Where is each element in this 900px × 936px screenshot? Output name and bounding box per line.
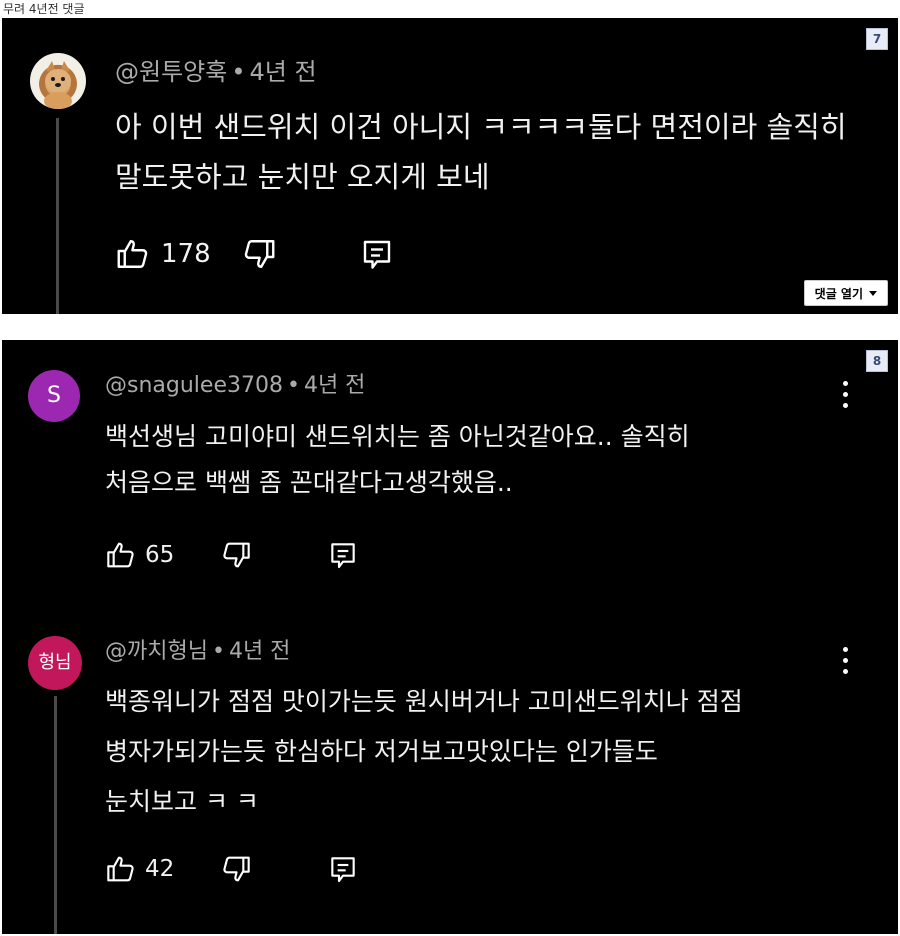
comment-line: 백종워니가 점점 맛이가는듯 원시버거나 고미샌드위치나 점점 xyxy=(105,687,743,716)
reply-icon[interactable] xyxy=(327,539,359,571)
comment-line: 아 이번 샌드위치 이건 아니지 ㅋㅋㅋㅋ둘다 면전이라 솔직히 xyxy=(115,110,847,144)
author-name[interactable]: @까치형님 xyxy=(105,639,208,664)
page-number-badge: 7 xyxy=(866,28,888,50)
comment-text: 아 이번 샌드위치 이건 아니지 ㅋㅋㅋㅋ둘다 면전이라 솔직히 말도못하고 눈… xyxy=(115,102,847,202)
comment-meta: @snagulee3708 • 4년 전 xyxy=(105,373,366,398)
like-count: 178 xyxy=(161,239,211,269)
open-replies-button[interactable]: 댓글 열기 xyxy=(803,280,888,306)
comment-line: 말도못하고 눈치만 오지게 보네 xyxy=(115,160,490,194)
thumbs-up-icon[interactable] xyxy=(105,539,137,571)
thumbs-down-icon[interactable] xyxy=(220,853,252,885)
user-avatar[interactable]: S xyxy=(28,370,80,422)
thumbs-down-icon[interactable] xyxy=(241,236,277,272)
comment-actions: 178 xyxy=(115,234,395,274)
comment-text: 백종워니가 점점 맛이가는듯 원시버거나 고미샌드위치나 점점 병자가되가는듯 … xyxy=(105,677,743,827)
caret-down-icon xyxy=(869,290,877,296)
like-count: 65 xyxy=(145,542,175,568)
comment-text: 백선생님 고미야미 샌드위치는 좀 아닌것같아요.. 솔직히 처음으로 백쌤 좀… xyxy=(105,414,690,506)
comment-actions: 42 xyxy=(105,852,359,886)
comment-meta: @원투양훅 • 4년 전 xyxy=(115,58,317,86)
comment-time[interactable]: 4년 전 xyxy=(249,58,316,86)
open-replies-label: 댓글 열기 xyxy=(814,286,863,301)
thumbs-down-icon[interactable] xyxy=(220,539,252,571)
author-name[interactable]: @원투양훅 xyxy=(115,58,227,86)
more-options-icon[interactable] xyxy=(841,647,849,674)
dog-photo-avatar[interactable] xyxy=(30,53,86,109)
comment-line: 백선생님 고미야미 샌드위치는 좀 아닌것같아요.. 솔직히 xyxy=(105,422,690,451)
comment-line: 처음으로 백쌤 좀 꼰대같다고생각했음.. xyxy=(105,468,513,497)
comment-panel: 7 @원투양훅 • 4년 전 아 이번 샌드위치 이건 아니지 ㅋㅋㅋㅋ둘다 면전이… xyxy=(2,18,898,314)
thumbs-up-icon[interactable] xyxy=(105,853,137,885)
reply-icon[interactable] xyxy=(359,236,395,272)
comment-time[interactable]: 4년 전 xyxy=(229,639,290,664)
more-options-icon[interactable] xyxy=(841,381,849,408)
thread-line xyxy=(54,696,57,934)
like-count: 42 xyxy=(145,856,175,882)
thread-line xyxy=(56,118,59,314)
thumbs-up-icon[interactable] xyxy=(115,236,151,272)
comment-actions: 65 xyxy=(105,538,359,572)
reply-icon[interactable] xyxy=(327,853,359,885)
comment-line: 병자가되가는듯 한심하다 저거보고맛있다는 인가들도 xyxy=(105,737,658,766)
comment-meta: @까치형님 • 4년 전 xyxy=(105,639,291,664)
comment-panel: 8 S @snagulee3708 • 4년 전 백선생님 고미야미 샌드위치는 좀… xyxy=(2,340,898,934)
comment-line: 눈치보고 ㅋ ㅋ xyxy=(105,787,259,816)
user-avatar[interactable]: 형님 xyxy=(28,636,82,690)
comment-time[interactable]: 4년 전 xyxy=(304,373,365,398)
page-caption: 무려 4년전 댓글 xyxy=(3,2,85,16)
dog-icon xyxy=(44,61,72,109)
author-name[interactable]: @snagulee3708 xyxy=(105,373,283,398)
page-number-badge: 8 xyxy=(866,350,888,372)
